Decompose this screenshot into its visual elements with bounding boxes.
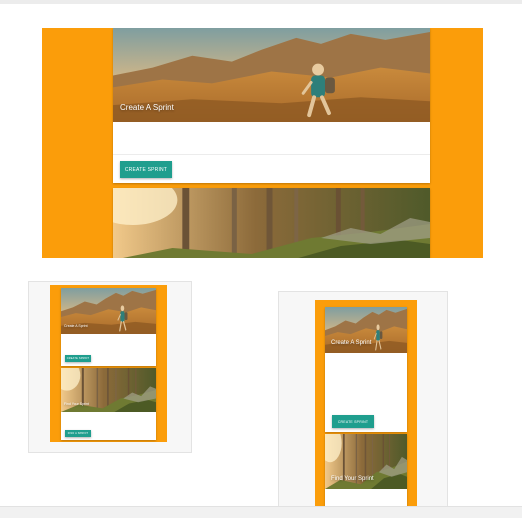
- find-sprint-card-mobile: Find Your Sprint: [325, 434, 407, 508]
- desktop-preview: Create A Sprint CREATE SPRINT: [42, 28, 483, 258]
- card-title: Create A Sprint: [331, 340, 372, 346]
- create-sprint-button[interactable]: CREATE SPRINT: [120, 161, 172, 178]
- card-title: Find Your Sprint: [64, 402, 89, 406]
- forest-trail-photo: [113, 188, 430, 258]
- find-sprint-card: [113, 188, 430, 258]
- card-title: Create A Sprint: [64, 324, 88, 328]
- hiker-photo: [325, 307, 407, 353]
- card-divider: [113, 154, 430, 155]
- create-sprint-button[interactable]: CREATE SPRINT: [65, 355, 91, 362]
- find-sprint-button[interactable]: FIND A SPRINT: [65, 430, 91, 437]
- tablet-preview: Create A Sprint CREATE SPRINT Find Your …: [50, 285, 167, 442]
- window-top-edge: [0, 0, 522, 4]
- create-sprint-card: Create A Sprint CREATE SPRINT: [113, 28, 430, 183]
- create-sprint-card-small: Create A Sprint CREATE SPRINT: [61, 288, 156, 366]
- card-title: Create A Sprint: [120, 103, 174, 112]
- create-sprint-button[interactable]: CREATE SPRINT: [332, 415, 374, 428]
- mobile-preview: Create A Sprint CREATE SPRINT Find Your …: [315, 300, 417, 508]
- find-sprint-card-small: Find Your Sprint FIND A SPRINT: [61, 368, 156, 440]
- create-sprint-card-mobile: Create A Sprint CREATE SPRINT: [325, 307, 407, 432]
- card-title: Find Your Sprint: [331, 476, 374, 482]
- window-bottom-edge: [0, 506, 522, 518]
